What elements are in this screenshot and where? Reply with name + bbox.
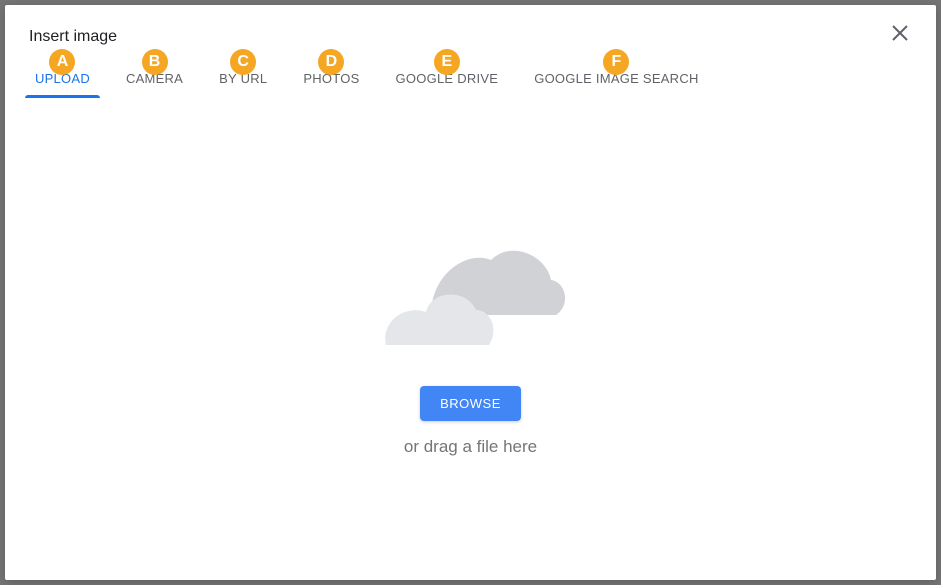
close-icon bbox=[892, 25, 908, 41]
badge-e: E bbox=[434, 49, 460, 75]
close-button[interactable] bbox=[888, 21, 912, 45]
tab-camera[interactable]: B CAMERA bbox=[108, 57, 201, 96]
cloud-upload-icon bbox=[371, 220, 571, 360]
drag-hint-text: or drag a file here bbox=[404, 437, 537, 457]
tabs-bar: A UPLOAD B CAMERA C BY URL D PHOTOS E GO… bbox=[5, 57, 936, 96]
dialog-header: Insert image bbox=[5, 5, 936, 49]
badge-c: C bbox=[230, 49, 256, 75]
dialog-title: Insert image bbox=[29, 28, 117, 46]
tab-google-image-search[interactable]: F GOOGLE IMAGE SEARCH bbox=[516, 57, 716, 96]
tab-google-drive[interactable]: E GOOGLE DRIVE bbox=[378, 57, 517, 96]
tab-upload[interactable]: A UPLOAD bbox=[17, 57, 108, 96]
upload-content: BROWSE or drag a file here bbox=[5, 96, 936, 580]
insert-image-dialog: Insert image A UPLOAD B CAMERA C BY URL … bbox=[5, 5, 936, 580]
badge-f: F bbox=[603, 49, 629, 75]
tab-by-url[interactable]: C BY URL bbox=[201, 57, 285, 96]
badge-a: A bbox=[49, 49, 75, 75]
tab-photos[interactable]: D PHOTOS bbox=[285, 57, 377, 96]
badge-d: D bbox=[318, 49, 344, 75]
browse-button[interactable]: BROWSE bbox=[420, 386, 521, 421]
badge-b: B bbox=[142, 49, 168, 75]
